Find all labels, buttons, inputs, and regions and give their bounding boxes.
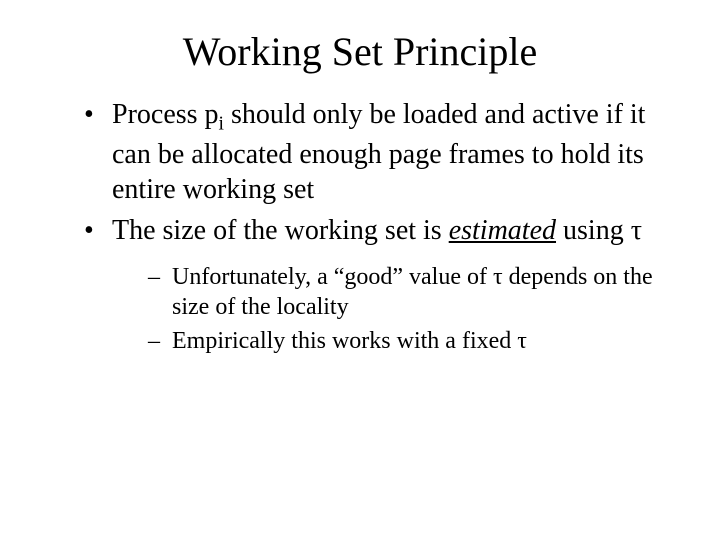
emphasis-text: estimated — [449, 215, 556, 246]
slide: Working Set Principle Process pi should … — [0, 0, 720, 540]
sub-bullet-text: Unfortunately, a “good” value of τ depen… — [172, 264, 653, 320]
bullet-text: Process p — [112, 99, 219, 130]
bullet-item: Process pi should only be loaded and act… — [84, 97, 670, 207]
bullet-list: Process pi should only be loaded and act… — [40, 97, 680, 356]
sub-bullet-item: Unfortunately, a “good” value of τ depen… — [148, 262, 670, 322]
bullet-item: The size of the working set is estimated… — [84, 213, 670, 356]
bullet-text: using τ — [556, 215, 642, 246]
slide-title: Working Set Principle — [40, 28, 680, 75]
sub-bullet-list: Unfortunately, a “good” value of τ depen… — [112, 262, 670, 356]
sub-bullet-item: Empirically this works with a fixed τ — [148, 326, 670, 356]
sub-bullet-text: Empirically this works with a fixed τ — [172, 328, 527, 354]
bullet-text: The size of the working set is — [112, 215, 449, 246]
